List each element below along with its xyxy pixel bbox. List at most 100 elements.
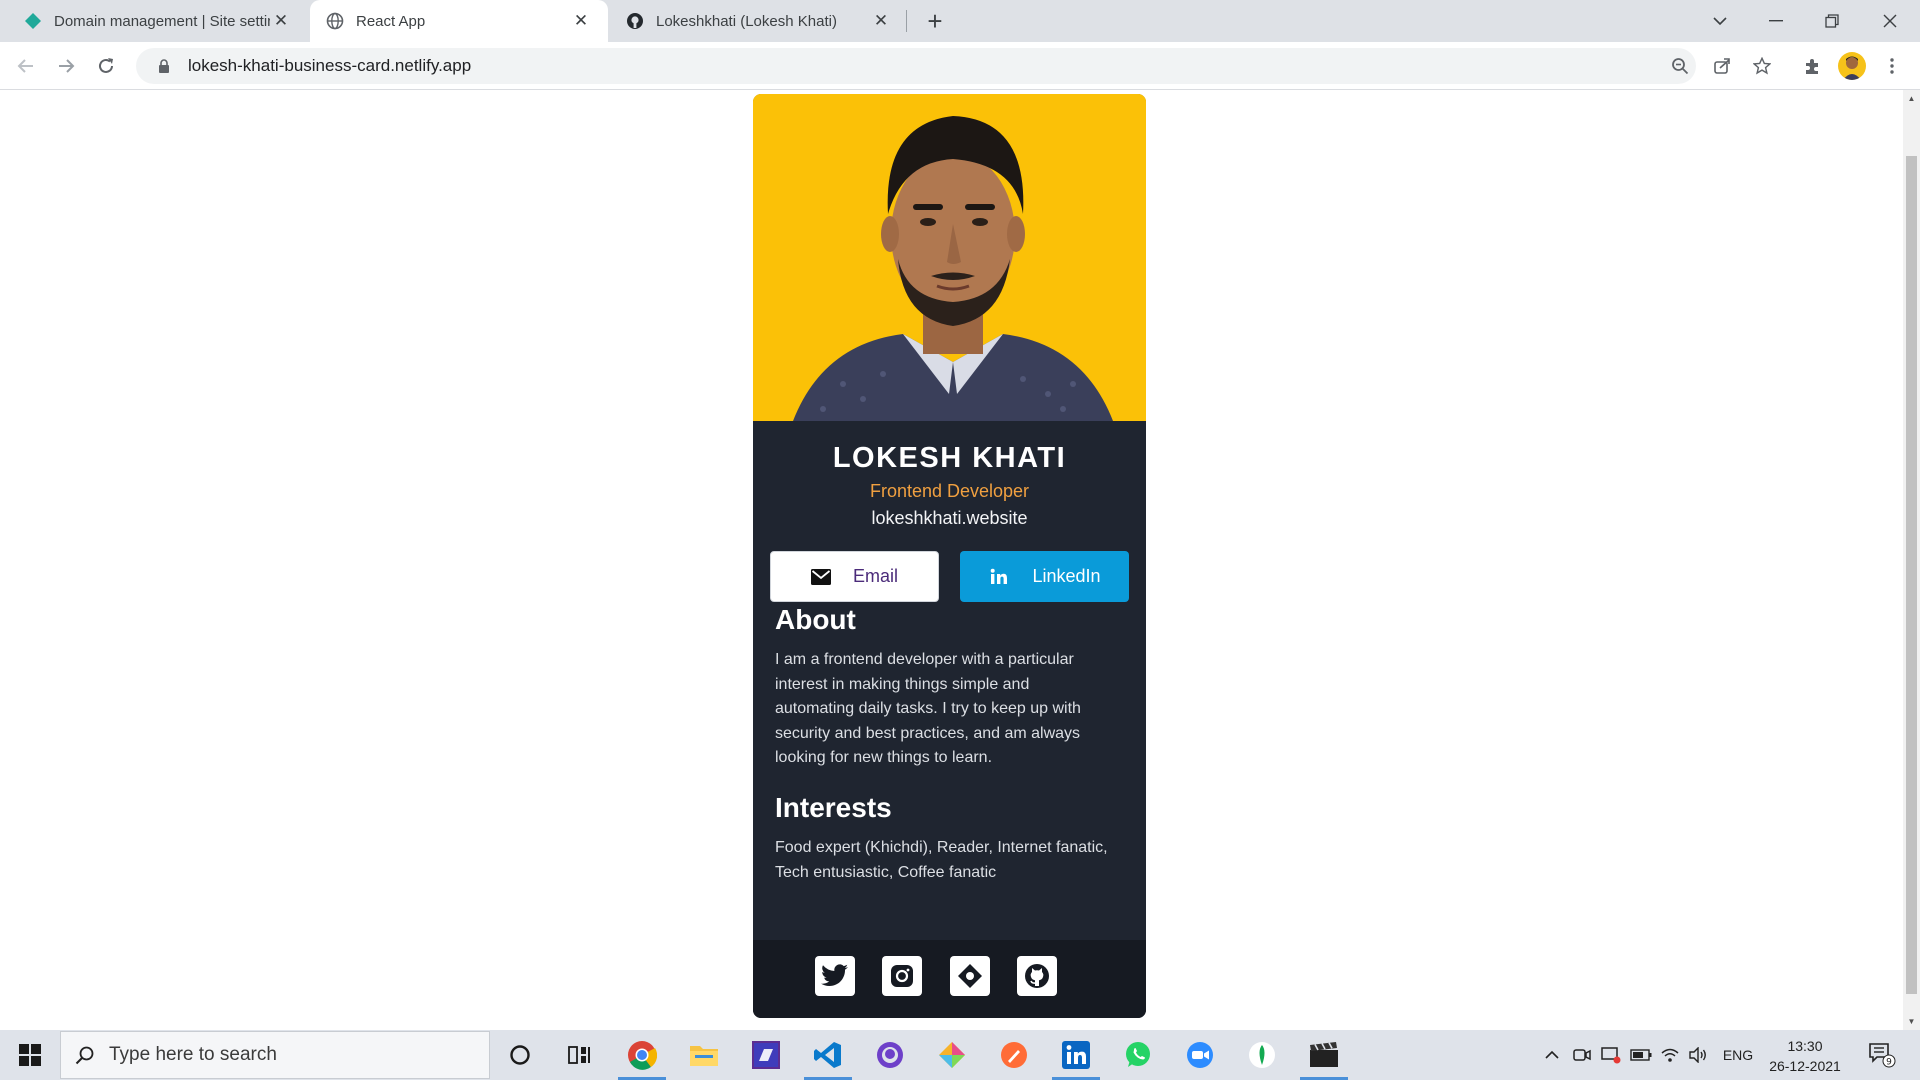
github-desktop-icon[interactable] xyxy=(862,1030,918,1080)
tab-github-profile[interactable]: Lokeshkhati (Lokesh Khati) ✕ xyxy=(610,0,908,42)
github-link[interactable] xyxy=(1017,956,1057,996)
person-website: lokeshkhati.website xyxy=(871,508,1028,528)
restore-button[interactable] xyxy=(1808,0,1856,42)
twitter-icon xyxy=(821,964,848,987)
instagram-link[interactable] xyxy=(882,956,922,996)
scroll-down-arrow-icon[interactable]: ▼ xyxy=(1903,1013,1920,1030)
instagram-icon xyxy=(891,965,913,987)
cortana-icon[interactable] xyxy=(492,1030,548,1080)
hashnode-link[interactable] xyxy=(950,956,990,996)
extensions-icon[interactable] xyxy=(1796,50,1828,82)
arrow-right-icon xyxy=(59,59,75,73)
page-viewport: LOKESH KHATI Frontend Developer lokeshkh… xyxy=(0,90,1903,1030)
interests-text: Food expert (Khichdi), Reader, Internet … xyxy=(775,836,1130,885)
address-bar[interactable]: lokesh-khati-business-card.netlify.app xyxy=(136,48,1696,84)
linkedin-icon[interactable] xyxy=(1048,1030,1104,1080)
close-tab-icon[interactable]: ✕ xyxy=(270,10,292,32)
mail-icon xyxy=(810,568,831,585)
tab-search-icon[interactable] xyxy=(1696,0,1744,42)
battery-icon[interactable] xyxy=(1628,1030,1654,1080)
linkedin-button-label: LinkedIn xyxy=(1032,566,1101,586)
show-hidden-icons-chevron-icon[interactable] xyxy=(1540,1030,1564,1080)
interests-line: Tech entusiastic, Coffee fanatic xyxy=(775,863,997,881)
notification-badge: 9 xyxy=(1886,1058,1892,1068)
interests-heading: Interests xyxy=(775,792,892,823)
zoom-icon[interactable] xyxy=(1172,1030,1228,1080)
back-button[interactable] xyxy=(10,50,42,82)
wifi-icon[interactable] xyxy=(1658,1030,1682,1080)
chrome-icon[interactable] xyxy=(614,1030,670,1080)
whatsapp-icon[interactable] xyxy=(1110,1030,1166,1080)
linkedin-icon xyxy=(988,566,1010,588)
twitter-link[interactable] xyxy=(815,956,855,996)
colorful-app-icon[interactable] xyxy=(924,1030,980,1080)
arrow-left-icon xyxy=(17,59,33,73)
file-explorer-icon[interactable] xyxy=(676,1030,732,1080)
scroll-up-arrow-icon[interactable]: ▲ xyxy=(1903,90,1920,107)
tab-separator xyxy=(906,10,907,32)
github-icon xyxy=(627,13,643,29)
about-text: I am a frontend developer with a particu… xyxy=(775,648,1130,771)
tab-domain-management[interactable]: Domain management | Site settin ✕ xyxy=(8,0,308,42)
zoom-icon[interactable] xyxy=(1664,48,1696,84)
minimize-button[interactable] xyxy=(1752,0,1800,42)
tab-title: Domain management | Site settin xyxy=(54,12,270,30)
about-line: security and best practices, and am alwa… xyxy=(775,724,1081,742)
new-tab-button[interactable]: + xyxy=(920,6,950,36)
profile-photo xyxy=(753,94,1146,421)
reload-icon xyxy=(99,58,113,73)
close-tab-icon[interactable]: ✕ xyxy=(570,10,592,32)
tab-react-app[interactable]: React App ✕ xyxy=(310,0,608,42)
about-heading: About xyxy=(775,604,856,635)
globe-icon xyxy=(326,12,344,30)
linkedin-button[interactable]: LinkedIn xyxy=(960,551,1129,602)
page-scrollbar[interactable]: ▲ ▼ xyxy=(1903,90,1920,1030)
about-line: automating daily tasks. I try to keep up… xyxy=(775,700,1081,717)
windows-icon xyxy=(19,1044,41,1066)
interests-line: Food expert (Khichdi), Reader, Internet … xyxy=(775,839,1108,856)
close-tab-icon[interactable]: ✕ xyxy=(870,10,892,32)
about-line: looking for new things to learn. xyxy=(775,749,993,766)
about-line: I am a frontend developer with a particu… xyxy=(775,651,1074,668)
person-name: LOKESH KHATI xyxy=(832,442,1067,474)
mongodb-compass-icon[interactable] xyxy=(1234,1030,1290,1080)
tab-title: Lokeshkhati (Lokesh Khati) xyxy=(656,12,837,30)
url-text: lokesh-khati-business-card.netlify.app xyxy=(188,56,472,75)
meet-now-icon[interactable] xyxy=(1570,1030,1594,1080)
hashnode-icon xyxy=(958,964,982,988)
input-language[interactable]: ENG xyxy=(1718,1030,1758,1080)
search-placeholder: Type here to search xyxy=(109,1044,277,1065)
forward-button[interactable] xyxy=(50,50,82,82)
vscode-icon[interactable] xyxy=(800,1030,856,1080)
reload-button[interactable] xyxy=(90,50,122,82)
scrollbar-thumb[interactable] xyxy=(1906,156,1917,994)
person-role: Frontend Developer xyxy=(869,481,1030,501)
netlify-icon xyxy=(25,13,41,29)
about-line: interest in making things simple and xyxy=(775,675,1030,693)
browser-toolbar: lokesh-khati-business-card.netlify.app xyxy=(0,42,1920,90)
start-button[interactable] xyxy=(0,1030,60,1080)
visual-studio-icon[interactable] xyxy=(738,1030,794,1080)
postman-icon[interactable] xyxy=(986,1030,1042,1080)
tab-title: React App xyxy=(356,12,426,30)
screen-record-icon[interactable] xyxy=(1598,1030,1624,1080)
close-window-button[interactable] xyxy=(1866,0,1914,42)
email-button[interactable]: Email xyxy=(770,551,939,602)
github-icon xyxy=(1025,964,1049,988)
profile-avatar[interactable] xyxy=(1838,52,1866,80)
volume-icon[interactable] xyxy=(1686,1030,1710,1080)
business-card: LOKESH KHATI Frontend Developer lokeshkh… xyxy=(753,94,1146,1018)
clock-date: 26-12-2021 xyxy=(1769,1058,1841,1074)
search-icon xyxy=(61,1045,109,1065)
bookmark-star-icon[interactable] xyxy=(1746,50,1778,82)
lock-icon[interactable] xyxy=(150,59,178,73)
task-view-icon[interactable] xyxy=(552,1030,608,1080)
menu-kebab-icon[interactable] xyxy=(1876,50,1908,82)
windows-taskbar: Type here to search ENG 13:30 26-12-2021… xyxy=(0,1030,1920,1080)
notification-center-icon[interactable]: 9 xyxy=(1862,1030,1902,1080)
taskbar-clock[interactable]: 13:30 26-12-2021 xyxy=(1762,1036,1848,1076)
share-icon[interactable] xyxy=(1706,50,1738,82)
taskbar-search[interactable]: Type here to search xyxy=(60,1031,490,1079)
video-editor-icon[interactable] xyxy=(1296,1030,1352,1080)
clock-time: 13:30 xyxy=(1787,1038,1823,1054)
